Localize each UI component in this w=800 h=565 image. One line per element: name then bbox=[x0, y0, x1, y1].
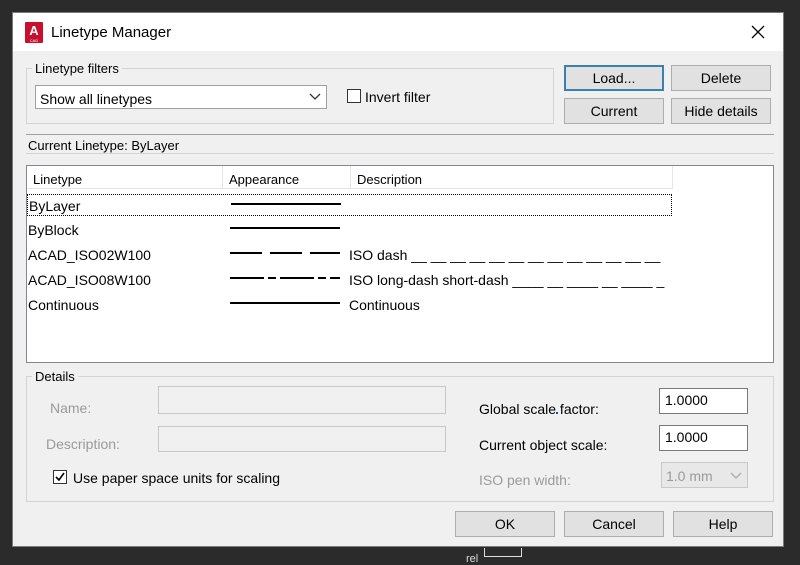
object-scale-input[interactable]: 1.0000 bbox=[659, 425, 748, 451]
app-icon-letter: A bbox=[29, 23, 39, 38]
global-scale-input[interactable]: 1.0000 bbox=[659, 388, 748, 414]
title-bar[interactable]: A CAD Linetype Manager bbox=[13, 13, 783, 51]
current-linetype-value: ByLayer bbox=[131, 138, 180, 153]
paper-space-checkbox[interactable] bbox=[53, 470, 67, 484]
chevron-down-icon bbox=[308, 89, 322, 103]
close-icon[interactable] bbox=[743, 19, 773, 45]
global-scale-label: Global scale factor: bbox=[479, 401, 599, 417]
ok-button[interactable]: OK bbox=[455, 511, 555, 537]
iso-pen-width-select: 1.0 mm bbox=[661, 462, 748, 488]
column-header-description-label: Description bbox=[357, 172, 423, 187]
cancel-button-label: Cancel bbox=[592, 516, 636, 532]
linetype-appearance-solid bbox=[230, 302, 340, 304]
linetype-appearance-dash bbox=[230, 252, 340, 254]
iso-pen-width-label: ISO pen width: bbox=[479, 472, 571, 488]
name-field bbox=[158, 386, 446, 414]
hide-details-button[interactable]: Hide details bbox=[671, 98, 771, 124]
cancel-button[interactable]: Cancel bbox=[564, 511, 664, 537]
load-button-label: Load... bbox=[592, 70, 636, 86]
hide-details-button-label: Hide details bbox=[684, 103, 758, 119]
underlay-text: rel bbox=[466, 553, 479, 565]
linetype-manager-dialog: A CAD Linetype Manager Linetype filters … bbox=[12, 12, 784, 547]
linetype-filters-label: Linetype filters bbox=[32, 61, 122, 76]
paper-space-label: Use paper space units for scaling bbox=[73, 470, 280, 486]
linetype-description: Continuous bbox=[349, 297, 420, 313]
delete-button-label: Delete bbox=[700, 70, 742, 86]
linetype-appearance-long-dash-short-dash bbox=[230, 277, 340, 279]
table-row[interactable]: ByLayer bbox=[27, 194, 672, 216]
linetype-name: ACAD_ISO08W100 bbox=[28, 272, 151, 288]
dialog-title: Linetype Manager bbox=[51, 24, 172, 41]
underlay-bracket bbox=[484, 548, 522, 557]
app-icon-sub: CAD bbox=[29, 38, 39, 43]
current-button-label: Current bbox=[590, 103, 638, 119]
linetype-filter-value: Show all linetypes bbox=[40, 91, 153, 107]
current-linetype-label: Current Linetype: bbox=[28, 138, 128, 153]
chevron-down-icon bbox=[729, 468, 743, 482]
linetype-description: ISO dash __ __ __ __ __ __ __ __ __ __ _… bbox=[349, 247, 661, 263]
column-header-appearance-label: Appearance bbox=[229, 172, 300, 187]
ok-button-label: OK bbox=[494, 516, 516, 532]
iso-pen-width-value: 1.0 mm bbox=[666, 468, 713, 484]
autocad-app-icon: A CAD bbox=[25, 22, 43, 43]
table-row[interactable]: ACAD_ISO02W100 ISO dash __ __ __ __ __ _… bbox=[27, 244, 672, 266]
linetype-filter-select[interactable]: Show all linetypes bbox=[35, 85, 327, 109]
linetype-appearance-solid bbox=[231, 203, 341, 205]
help-button[interactable]: Help bbox=[673, 511, 773, 537]
linetype-appearance-solid bbox=[230, 227, 340, 229]
details-group-label: Details bbox=[32, 369, 78, 384]
column-header-appearance[interactable]: Appearance bbox=[223, 166, 351, 189]
linetype-list[interactable]: Linetype Appearance Description ByLayer … bbox=[26, 165, 774, 363]
column-header-linetype[interactable]: Linetype bbox=[27, 166, 223, 189]
description-field bbox=[158, 426, 446, 452]
invert-filter-checkbox[interactable] bbox=[347, 89, 361, 103]
invert-filter-label: Invert filter bbox=[365, 89, 431, 105]
current-button[interactable]: Current bbox=[564, 98, 664, 124]
column-header-linetype-label: Linetype bbox=[33, 172, 83, 187]
table-row[interactable]: Continuous Continuous bbox=[27, 294, 672, 316]
load-button[interactable]: Load... bbox=[564, 65, 664, 91]
name-label: Name: bbox=[50, 400, 92, 416]
object-scale-label: Current object scale: bbox=[479, 437, 608, 453]
linetype-name: ByLayer bbox=[29, 198, 81, 214]
table-row[interactable]: ByBlock bbox=[27, 219, 672, 241]
linetype-name: ByBlock bbox=[28, 222, 79, 238]
cursor-dot bbox=[556, 412, 558, 414]
linetype-name: Continuous bbox=[28, 297, 99, 313]
column-header-description[interactable]: Description bbox=[351, 166, 673, 189]
table-row[interactable]: ACAD_ISO08W100 ISO long-dash short-dash … bbox=[27, 269, 672, 291]
linetype-description: ISO long-dash short-dash ____ __ ____ __… bbox=[349, 272, 665, 288]
check-icon bbox=[55, 472, 65, 482]
delete-button[interactable]: Delete bbox=[671, 65, 771, 91]
current-linetype-bar: Current Linetype: ByLayer bbox=[26, 134, 774, 154]
description-label: Description: bbox=[46, 436, 120, 452]
help-button-label: Help bbox=[708, 516, 738, 532]
linetype-name: ACAD_ISO02W100 bbox=[28, 247, 151, 263]
